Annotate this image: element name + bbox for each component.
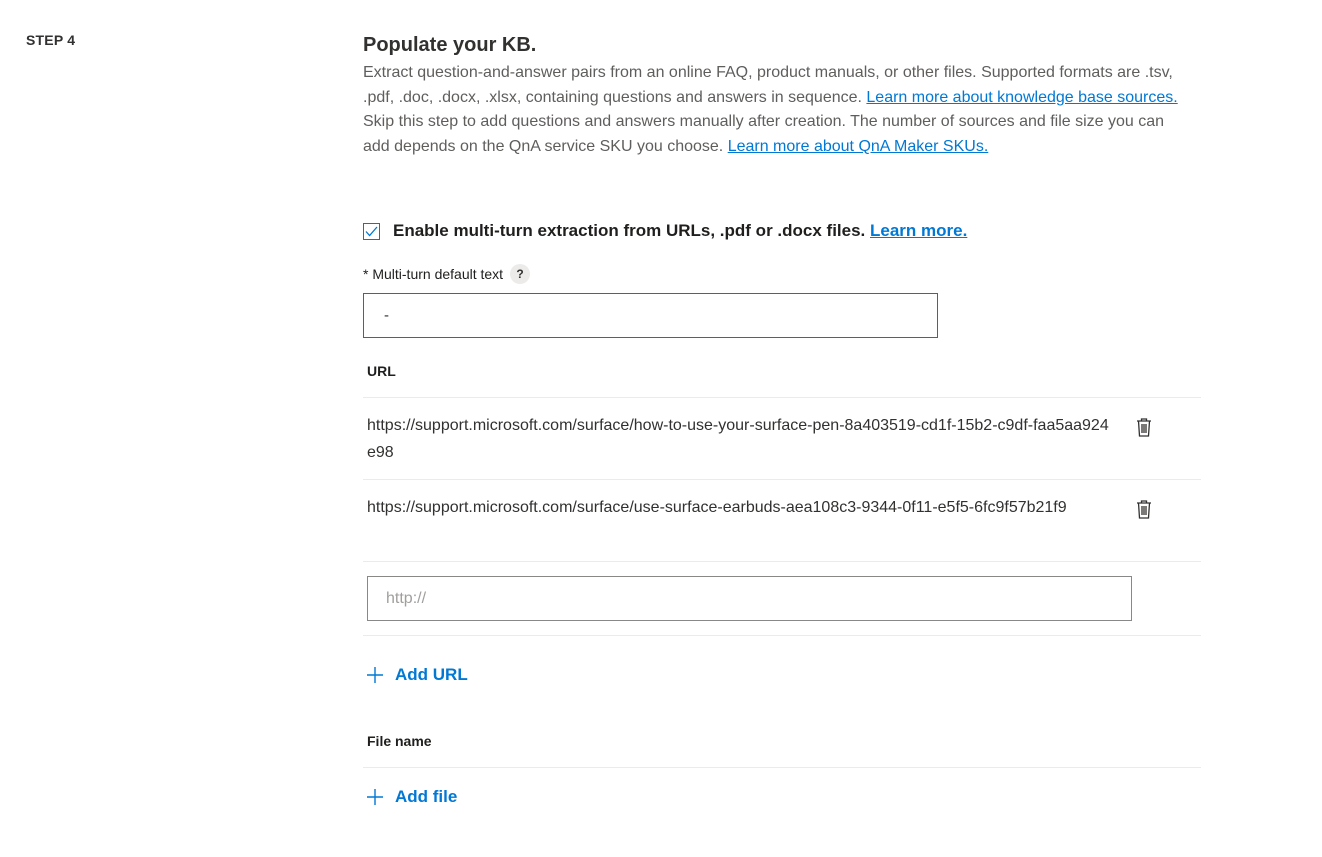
url-row-divider [363, 561, 1201, 562]
add-file-label: Add file [395, 787, 458, 806]
multiturn-checkbox[interactable] [363, 222, 380, 240]
multiturn-checkbox-label: Enable multi-turn extraction from URLs, … [393, 221, 967, 241]
url-row-divider [363, 479, 1201, 480]
help-icon[interactable]: ? [510, 264, 531, 284]
section-title: Populate your KB. [363, 34, 537, 56]
file-header-divider [363, 767, 1201, 768]
delete-icon[interactable] [1135, 417, 1153, 437]
url-list-item: https://support.microsoft.com/surface/us… [367, 494, 1201, 521]
add-url-button[interactable]: Add URL [366, 665, 468, 685]
multiturn-default-text-label: * Multi-turn default text [363, 266, 504, 282]
url-header-divider [363, 397, 1201, 398]
url-text: https://support.microsoft.com/surface/us… [367, 499, 1067, 516]
multiturn-learn-more-link[interactable]: Learn more. [870, 221, 967, 240]
add-file-button[interactable]: Add file [366, 787, 457, 807]
multiturn-default-text-input[interactable] [363, 293, 938, 338]
url-list-item: https://support.microsoft.com/surface/ho… [367, 412, 1201, 466]
populate-kb-section: Populate your KB. Extract question-and-a… [363, 33, 1203, 833]
plus-icon [367, 789, 383, 805]
url-column-header: URL [367, 363, 396, 379]
step-label: STEP 4 [26, 32, 76, 48]
section-description: Extract question-and-answer pairs from a… [363, 61, 1183, 160]
add-url-label: Add URL [395, 665, 468, 684]
plus-icon [367, 667, 383, 683]
url-input-divider [363, 635, 1201, 636]
checkmark-icon [365, 226, 378, 236]
step-4-page: STEP 4 Populate your KB. Extract questio… [0, 0, 1322, 857]
file-name-column-header: File name [367, 733, 432, 749]
url-text: https://support.microsoft.com/surface/ho… [367, 417, 1109, 461]
multiturn-checkbox-row: Enable multi-turn extraction from URLs, … [363, 221, 967, 241]
kb-sources-link[interactable]: Learn more about knowledge base sources. [866, 89, 1177, 106]
multiturn-label-text: Enable multi-turn extraction from URLs, … [393, 221, 866, 240]
qna-skus-link[interactable]: Learn more about QnA Maker SKUs. [728, 138, 989, 155]
multiturn-default-text-label-row: * Multi-turn default text ? [363, 264, 531, 284]
delete-icon[interactable] [1135, 499, 1153, 519]
new-url-input[interactable] [367, 576, 1132, 621]
